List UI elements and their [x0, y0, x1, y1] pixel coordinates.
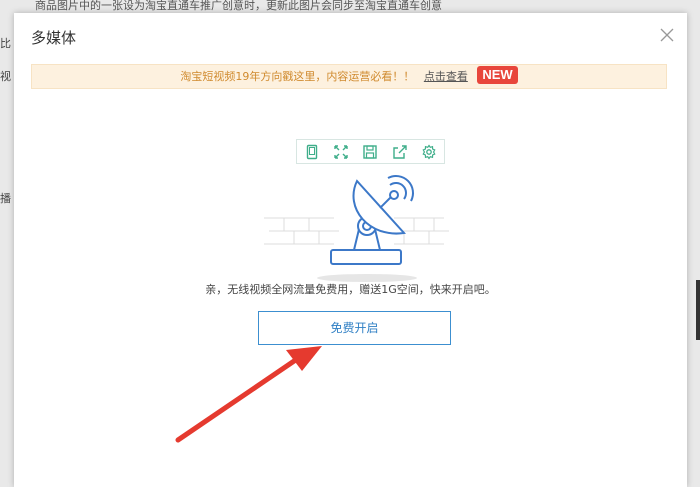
- share-icon[interactable]: [392, 144, 408, 160]
- fullscreen-icon[interactable]: [333, 144, 349, 160]
- free-enable-button[interactable]: 免费开启: [258, 311, 451, 345]
- background-scroll-strip: [696, 280, 700, 340]
- multimedia-dialog: 多媒体 淘宝短视频19年方向戳这里，内容运营必看！！ 点击查看 NEW 亲，无线…: [14, 13, 687, 487]
- media-toolbar: [296, 139, 445, 164]
- notice-text: 淘宝短视频19年方向戳这里，内容运营必看！！: [180, 70, 415, 83]
- new-badge: NEW: [477, 66, 518, 84]
- tablet-icon[interactable]: [304, 144, 320, 160]
- notice-link[interactable]: 点击查看: [424, 70, 468, 83]
- background-page-text: 商品图片中的一张设为淘宝直通车推广创意时，更新此图片会同步至淘宝直通车创意: [35, 0, 442, 12]
- background-fragment: 视: [0, 70, 11, 83]
- settings-icon[interactable]: [421, 143, 437, 160]
- notice-banner: 淘宝短视频19年方向戳这里，内容运营必看！！ 点击查看 NEW: [31, 64, 667, 89]
- promo-text: 亲，无线视频全网流量免费用，赠送1G空间，快来开启吧。: [205, 283, 496, 296]
- background-fragment: 比: [0, 37, 11, 50]
- background-fragment: 播: [0, 192, 11, 205]
- save-icon[interactable]: [362, 144, 378, 160]
- satellite-dish-icon: [264, 175, 449, 282]
- dialog-title: 多媒体: [31, 29, 77, 47]
- close-icon[interactable]: [659, 27, 675, 43]
